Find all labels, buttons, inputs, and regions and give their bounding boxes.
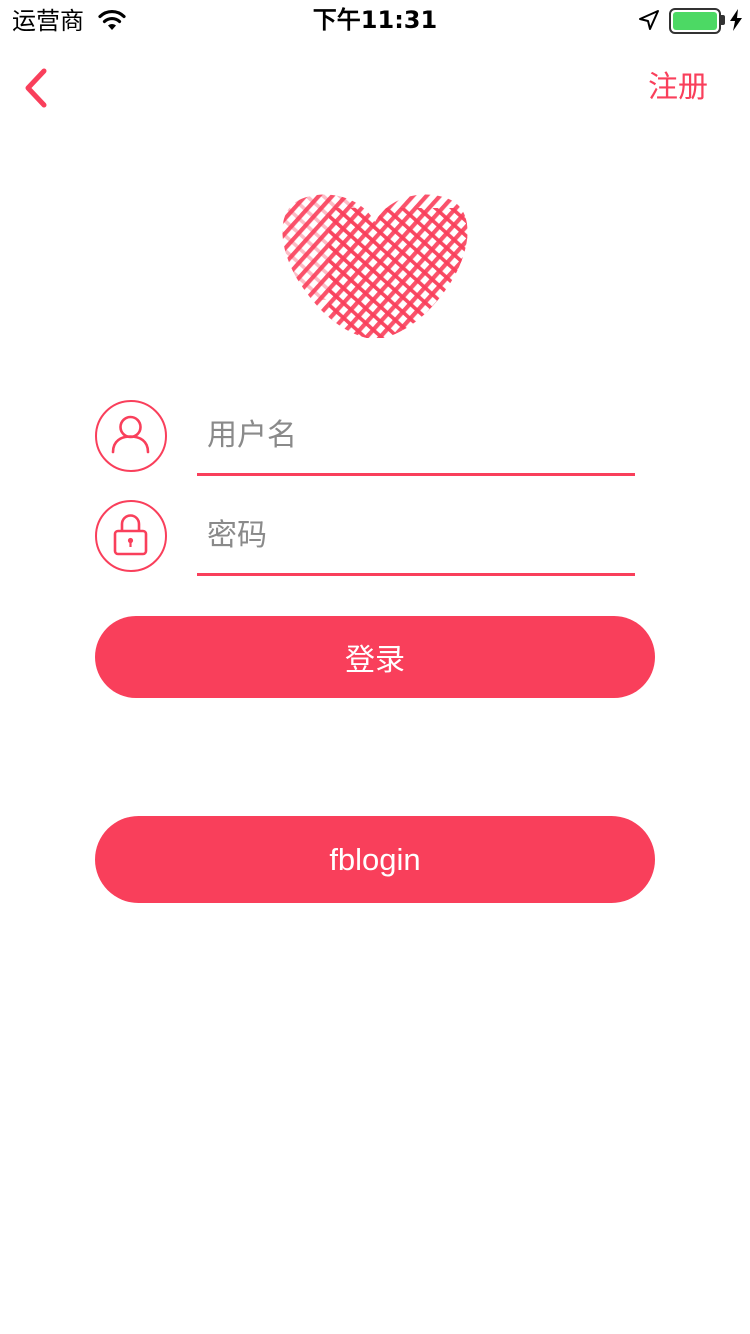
battery-cap bbox=[721, 15, 725, 25]
register-button[interactable]: 注册 bbox=[648, 70, 708, 106]
location-arrow-icon bbox=[639, 10, 659, 30]
charging-bolt-icon bbox=[730, 9, 742, 31]
lock-icon bbox=[113, 514, 148, 556]
password-row bbox=[95, 498, 640, 578]
back-button[interactable] bbox=[16, 62, 60, 114]
fb-login-button-label: fblogin bbox=[329, 841, 421, 877]
password-field bbox=[197, 498, 635, 576]
battery-fill bbox=[673, 12, 717, 30]
status-bar: 运营商 下午11:31 bbox=[0, 0, 750, 40]
fb-login-button[interactable]: fblogin bbox=[95, 816, 655, 903]
chevron-left-icon bbox=[25, 68, 47, 108]
user-icon-circle bbox=[95, 400, 167, 472]
login-button[interactable]: 登录 bbox=[95, 616, 655, 698]
password-input[interactable] bbox=[207, 512, 627, 558]
lock-icon-circle bbox=[95, 500, 167, 572]
battery-icon bbox=[669, 8, 721, 34]
username-row bbox=[95, 398, 640, 478]
user-icon bbox=[111, 415, 150, 454]
login-screen: 运营商 下午11:31 注册 用户名 登录 fblogin bbox=[0, 0, 750, 1334]
username-field bbox=[197, 398, 635, 476]
heart-logo bbox=[282, 194, 468, 338]
login-button-label: 登录 bbox=[345, 643, 405, 678]
username-input[interactable] bbox=[207, 412, 627, 458]
